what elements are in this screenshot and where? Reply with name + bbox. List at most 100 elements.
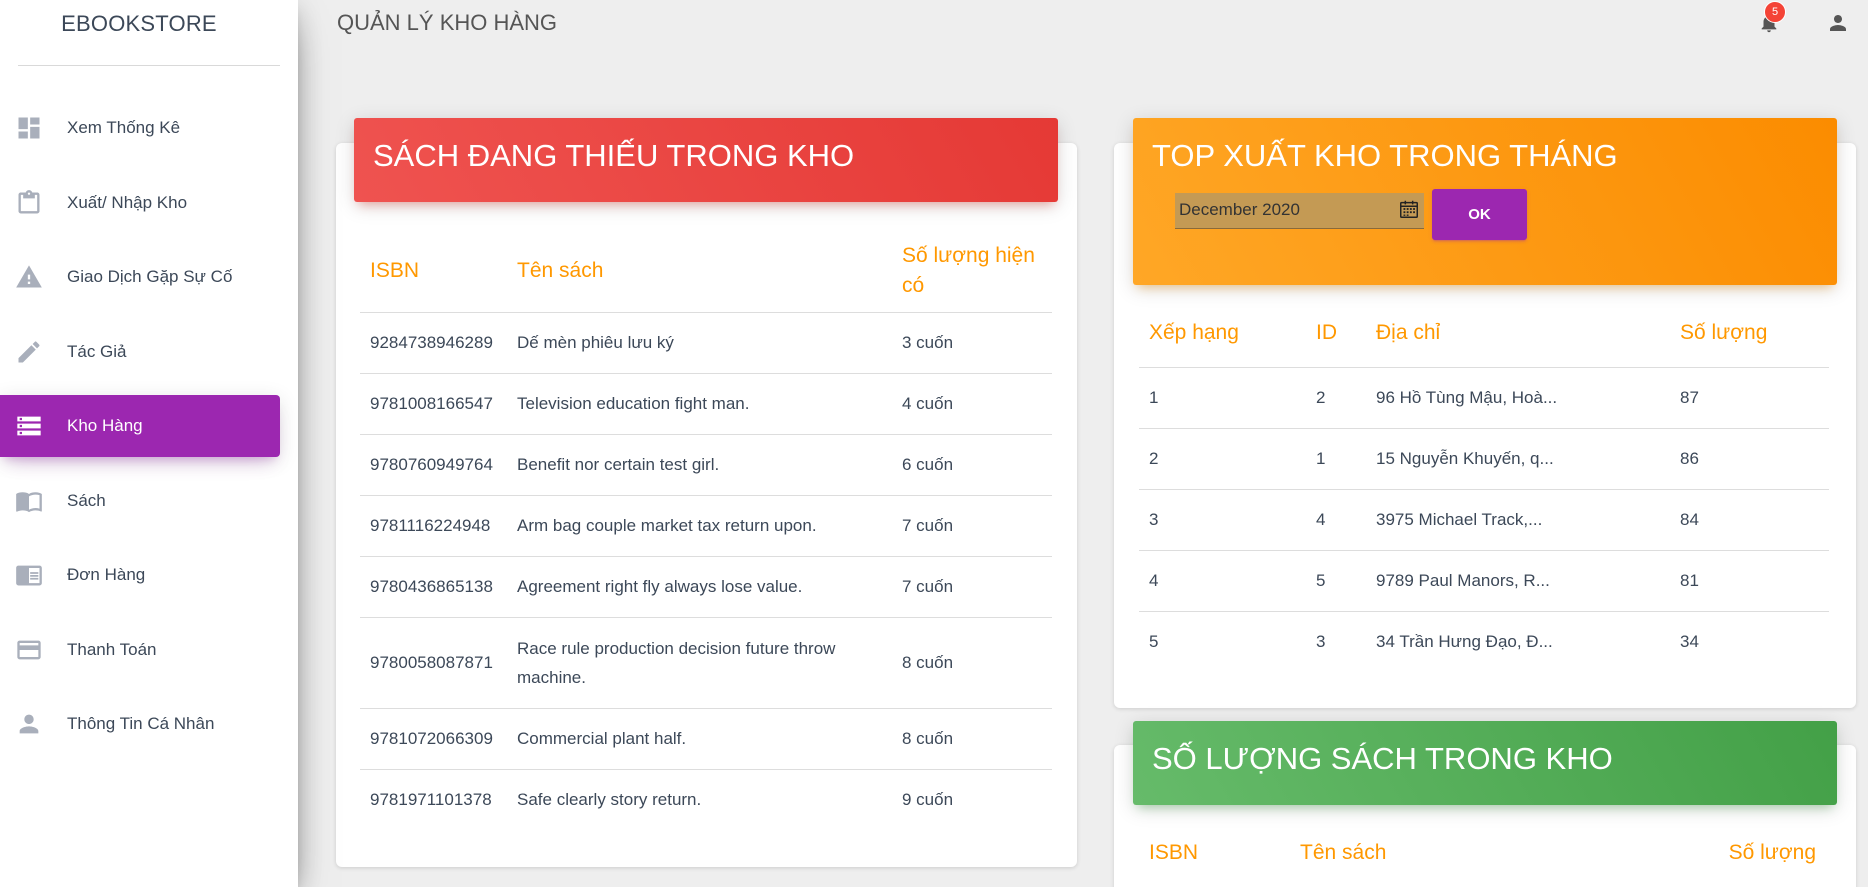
sidebar-item-label: Thanh Toán [67,639,157,659]
sidebar-nav: Xem Thống Kê Xuất/ Nhập Kho Giao Dịch Gặ… [0,97,298,755]
cell-quantity: 81 [1670,550,1829,612]
missing-books-table: ISBN Tên sách Số lượng hiện có 928473894… [360,230,1052,830]
cell-address: 15 Nguyễn Khuyến, q... [1366,428,1670,490]
book-icon [14,486,44,516]
column-header-so-luong: Số lượng hiện có [892,230,1052,313]
table-row: 3 4 3975 Michael Track,... 84 [1139,489,1829,551]
account-button[interactable] [1820,6,1856,40]
table-row: 4 5 9789 Paul Manors, R... 81 [1139,550,1829,612]
storage-icon [14,411,44,441]
notification-badge: 5 [1764,1,1786,23]
cell-book-name: Safe clearly story return. [517,790,702,810]
cell-address: 34 Trần Hưng Đạo, Đ... [1376,632,1553,652]
table-row: 2 1 15 Nguyễn Khuyến, q... 86 [1139,428,1829,490]
table-row: 9781116224948 Arm bag couple market tax … [360,495,1052,557]
table-row: 9781008166547 Television education fight… [360,373,1052,435]
cell-rank: 2 [1139,428,1306,490]
cell-rank: 1 [1139,367,1306,429]
card-title: SỐ LƯỢNG SÁCH TRONG KHO [1152,741,1613,776]
chrome-reader-icon [14,560,44,590]
cell-address: 3975 Michael Track,... [1366,489,1670,551]
table-header-row: ISBN Tên sách Số lượng hiện có [360,230,1052,313]
month-picker-input[interactable]: December 2020 [1175,193,1424,229]
sidebar: EBOOKSTORE Xem Thống Kê Xuất/ Nhập Kho G… [0,0,298,887]
pencil-icon [14,337,44,367]
cell-isbn: 9780760949764 [360,434,507,496]
sidebar-item-label: Tác Giả [67,341,127,361]
cell-isbn: 9781072066309 [360,708,507,770]
cell-quantity: 87 [1670,367,1829,429]
cell-isbn: 9780058087871 [360,617,507,709]
sidebar-item-don-hang[interactable]: Đơn Hàng [0,544,280,606]
cell-quantity: 8 cuốn [892,617,1052,709]
card-title: SÁCH ĐANG THIẾU TRONG KHO [373,138,855,173]
sidebar-item-label: Sách [67,490,106,510]
cell-book-name: Benefit nor certain test girl. [507,434,892,496]
table-header-row: ISBN Tên sách Số lượng [1139,820,1829,887]
cell-address: 96 Hồ Tùng Mậu, Hoà... [1366,367,1670,429]
cell-id: 1 [1306,428,1366,490]
cell-id: 3 [1316,632,1326,652]
table-row: 9780436865138 Agreement right fly always… [360,556,1052,618]
sidebar-item-giao-dich-gap-su-co[interactable]: Giao Dịch Gặp Sự Cố [0,246,280,308]
sidebar-item-thong-tin-ca-nhan[interactable]: Thông Tin Cá Nhân [0,693,280,755]
stock-count-header: SỐ LƯỢNG SÁCH TRONG KHO [1133,721,1837,805]
cell-book-name: Agreement right fly always lose value. [507,556,892,618]
cell-quantity: 86 [1670,428,1829,490]
sidebar-item-label: Xem Thống Kê [67,118,181,137]
cell-book-name: Commercial plant half. [507,708,892,770]
cell-id: 2 [1306,367,1366,429]
sidebar-item-label: Đơn Hàng [67,565,146,584]
sidebar-item-kho-hang[interactable]: Kho Hàng [0,395,280,457]
page-title: QUẢN LÝ KHO HÀNG [337,10,558,35]
column-header-isbn: ISBN [360,230,507,313]
cell-address: 9789 Paul Manors, R... [1366,550,1670,612]
cell-quantity: 6 cuốn [892,434,1052,496]
sidebar-item-thanh-toan[interactable]: Thanh Toán [0,619,280,681]
column-header-id: ID [1306,300,1366,368]
cell-isbn: 9781116224948 [360,495,507,557]
cell-isbn: 9781971101378 [370,790,492,810]
cell-id: 5 [1306,550,1366,612]
table-row: 9780760949764 Benefit nor certain test g… [360,434,1052,496]
cell-book-name: Race rule production decision future thr… [507,617,892,709]
cell-quantity: 8 cuốn [892,708,1052,770]
cell-quantity: 3 cuốn [892,312,1052,374]
cell-quantity: 84 [1670,489,1829,551]
calendar-icon[interactable] [1398,198,1420,220]
table-row: 9781072066309 Commercial plant half. 8 c… [360,708,1052,770]
sidebar-item-label: Xuất/ Nhập Kho [67,192,188,212]
table-header-row: Xếp hạng ID Địa chỉ Số lượng [1139,300,1829,368]
ok-button[interactable]: OK [1432,189,1527,240]
column-header-ten-sach: Tên sách [507,230,892,313]
cell-isbn: 9780436865138 [360,556,507,618]
account-icon [1830,15,1846,31]
table-row: 9781971101378 Safe clearly story return.… [360,769,1052,830]
warning-icon [14,262,44,292]
cell-quantity: 7 cuốn [892,556,1052,618]
column-header-dia-chi: Địa chỉ [1366,300,1670,368]
person-icon [14,709,44,739]
cell-book-name: Arm bag couple market tax return upon. [507,495,892,557]
credit-card-icon [14,635,44,665]
column-header-so-luong: Số lượng [1670,300,1829,368]
column-header-isbn: ISBN [1139,820,1290,887]
column-header-ten-sach: Tên sách [1290,820,1542,887]
cell-quantity: 34 [1680,632,1699,652]
month-value: December 2020 [1179,200,1300,219]
cell-id: 4 [1306,489,1366,551]
dashboard-icon [14,113,44,143]
brand-logo[interactable]: EBOOKSTORE [18,0,280,66]
sidebar-item-label: Thông Tin Cá Nhân [67,714,215,733]
top-export-table: Xếp hạng ID Địa chỉ Số lượng 1 2 96 Hồ T… [1139,300,1829,672]
table-row: 1 2 96 Hồ Tùng Mậu, Hoà... 87 [1139,367,1829,429]
sidebar-item-tac-gia[interactable]: Tác Giả [0,321,280,383]
clipboard-icon [14,188,44,218]
sidebar-item-xuat-nhap-kho[interactable]: Xuất/ Nhập Kho [0,172,280,234]
sidebar-item-xem-thong-ke[interactable]: Xem Thống Kê [0,97,280,159]
cell-isbn: 9781008166547 [360,373,507,435]
cell-book-name: Dế mèn phiêu lưu ký [507,312,892,374]
cell-rank: 4 [1139,550,1306,612]
sidebar-item-sach[interactable]: Sách [0,470,280,532]
cell-rank: 3 [1139,489,1306,551]
